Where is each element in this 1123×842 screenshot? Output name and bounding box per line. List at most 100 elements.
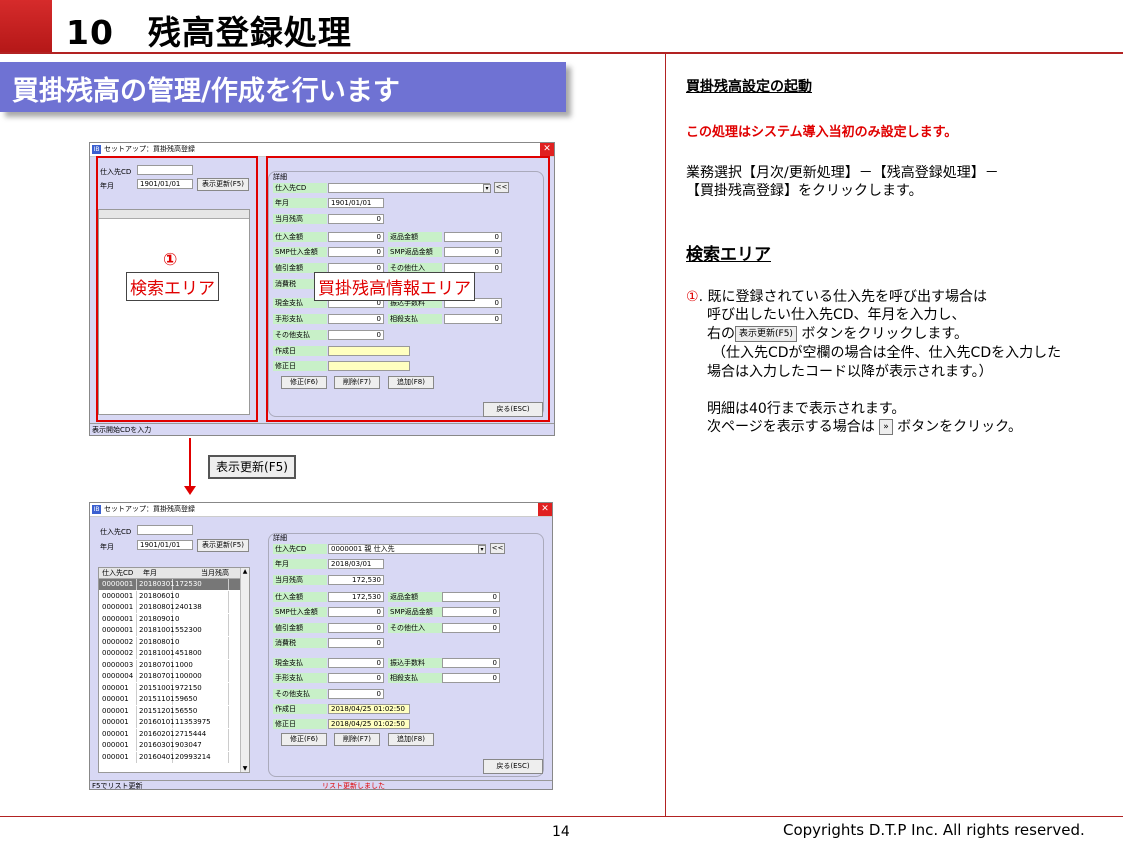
field-offset[interactable]: 0 bbox=[442, 673, 500, 683]
close-icon[interactable]: ✕ bbox=[540, 143, 554, 156]
field-cash[interactable]: 0 bbox=[328, 658, 384, 668]
label-f-created: 作成日 bbox=[273, 704, 327, 714]
page-title: 10 残高登録処理 bbox=[66, 13, 352, 52]
callout-number: ① bbox=[163, 250, 178, 270]
cell-code: 000001 bbox=[99, 728, 137, 740]
cell-code: 0000001 bbox=[99, 613, 137, 625]
field-disc[interactable]: 0 bbox=[328, 623, 384, 633]
detail-code-select[interactable]: 0000001 親 仕入先 bbox=[328, 544, 486, 554]
list-item[interactable]: 0000003 201807011000 bbox=[99, 659, 240, 671]
list-item[interactable]: 000001 2016040120993214 bbox=[99, 751, 240, 763]
cell-ym: 20151101 bbox=[139, 694, 175, 705]
cell-code: 000001 bbox=[99, 751, 137, 763]
heading-search: 検索エリア bbox=[686, 245, 771, 265]
list-scrollbar[interactable]: ▲ ▼ bbox=[240, 568, 249, 772]
add-button[interactable]: 追加(F8) bbox=[388, 733, 434, 746]
field-smpret[interactable]: 0 bbox=[442, 607, 500, 617]
cell-bal: 20993214 bbox=[173, 751, 229, 763]
field-buy[interactable]: 172,530 bbox=[328, 592, 384, 602]
cell-ym: 20181001 bbox=[139, 625, 175, 636]
list-item[interactable]: 0000001 20181001552300 bbox=[99, 625, 240, 636]
field-tax[interactable]: 0 bbox=[328, 638, 384, 648]
label-f-smpret: SMP返品金額 bbox=[388, 607, 442, 617]
cell-ym: 20160301 bbox=[139, 740, 175, 751]
step-text-1: . 既に登録されている仕入先を呼び出す場合は bbox=[698, 289, 988, 305]
chevron-down-icon[interactable]: ▾ bbox=[478, 545, 486, 554]
section-banner: 買掛残高の管理/作成を行います bbox=[0, 62, 566, 112]
field-smpbuy[interactable]: 0 bbox=[328, 607, 384, 617]
col-ym: 年月 bbox=[143, 569, 157, 577]
label-f-cash: 現金支払 bbox=[273, 658, 327, 668]
cell-code: 0000001 bbox=[99, 602, 137, 613]
header-divider bbox=[0, 52, 1123, 54]
cell-ym: 20180801 bbox=[139, 602, 175, 613]
list-item[interactable]: 0000001 20180301172530 bbox=[99, 579, 240, 590]
label-f-other: その他支払 bbox=[273, 689, 327, 699]
list-item[interactable]: 000001 2016010111353975 bbox=[99, 717, 240, 728]
cell-bal: 240138 bbox=[173, 602, 229, 613]
search-code-input[interactable] bbox=[137, 525, 193, 535]
cell-bal: 972150 bbox=[173, 682, 229, 694]
label-f-code: 仕入先CD bbox=[273, 544, 327, 554]
step-text-7a: 次ページを表示する場合は bbox=[707, 419, 875, 435]
field-modified: 2018/04/25 01:02:50 bbox=[328, 719, 410, 729]
label-f-fee: 振込手数料 bbox=[388, 658, 442, 668]
scroll-down-icon[interactable]: ▼ bbox=[241, 765, 249, 772]
label-code: 仕入先CD bbox=[100, 528, 132, 536]
list-item[interactable]: 0000001 201809010 bbox=[99, 613, 240, 625]
cell-ym: 20180801 bbox=[139, 636, 175, 648]
inline-next-button: » bbox=[879, 419, 893, 435]
step-text-3a: 右の bbox=[707, 326, 735, 342]
page-number: 14 bbox=[552, 824, 570, 840]
app-icon: IB bbox=[92, 505, 101, 514]
field-ret[interactable]: 0 bbox=[442, 592, 500, 602]
list-item[interactable]: 0000001 20180801240138 bbox=[99, 602, 240, 613]
column-divider bbox=[665, 54, 666, 816]
list-item[interactable]: 000001 20160301903047 bbox=[99, 740, 240, 751]
arrow-line bbox=[189, 438, 191, 488]
cell-ym: 20151001 bbox=[139, 682, 175, 694]
list-item[interactable]: 000001 20151001972150 bbox=[99, 682, 240, 694]
cell-code: 0000004 bbox=[99, 671, 137, 682]
refresh-button[interactable]: 表示更新(F5) bbox=[197, 539, 249, 552]
cell-code: 000001 bbox=[99, 682, 137, 694]
edit-button[interactable]: 修正(F6) bbox=[281, 733, 327, 746]
result-list[interactable]: 仕入先CD 年月 当月残高 0000001 20180301172530 0000001… bbox=[98, 567, 250, 773]
field-other[interactable]: 0 bbox=[328, 689, 384, 699]
field-othbuy[interactable]: 0 bbox=[442, 623, 500, 633]
cell-ym: 20160101 bbox=[139, 717, 175, 728]
scroll-up-icon[interactable]: ▲ bbox=[241, 568, 249, 575]
cell-ym: 20180901 bbox=[139, 613, 175, 625]
banner-text: 買掛残高の管理/作成を行います bbox=[12, 76, 400, 107]
col-bal: 当月残高 bbox=[201, 569, 229, 577]
label-f-othbuy: その他仕入 bbox=[388, 623, 442, 633]
list-item[interactable]: 0000001 201806010 bbox=[99, 590, 240, 602]
list-item[interactable]: 000001 201602012715444 bbox=[99, 728, 240, 740]
field-bill[interactable]: 0 bbox=[328, 673, 384, 683]
list-item[interactable]: 0000004 20180701100000 bbox=[99, 671, 240, 682]
delete-button[interactable]: 削除(F7) bbox=[334, 733, 380, 746]
prev-nav-button[interactable]: << bbox=[490, 543, 505, 554]
close-icon[interactable]: ✕ bbox=[538, 503, 552, 516]
cell-ym: 20180701 bbox=[139, 659, 175, 671]
field-bal[interactable]: 172,530 bbox=[328, 575, 384, 585]
detail-ym[interactable]: 2018/03/01 bbox=[328, 559, 384, 569]
cell-ym: 20180301 bbox=[139, 579, 175, 590]
list-item[interactable]: 000001 2015120156550 bbox=[99, 705, 240, 717]
label-f-bill: 手形支払 bbox=[273, 673, 327, 683]
copyright: Copyrights D.T.P Inc. All rights reserve… bbox=[783, 821, 1085, 839]
back-button[interactable]: 戻る(ESC) bbox=[483, 759, 543, 774]
list-item[interactable]: 000001 2015110159650 bbox=[99, 694, 240, 705]
list-item[interactable]: 0000002 20181001451800 bbox=[99, 648, 240, 659]
cell-bal: 0 bbox=[173, 613, 229, 625]
cell-bal: 552300 bbox=[173, 625, 229, 636]
cell-code: 0000001 bbox=[99, 625, 137, 636]
search-ym-input[interactable]: 1901/01/01 bbox=[137, 540, 193, 550]
field-fee[interactable]: 0 bbox=[442, 658, 500, 668]
list-header: 仕入先CD 年月 当月残高 bbox=[99, 568, 249, 579]
cell-bal: 11353975 bbox=[173, 717, 229, 728]
label-f-disc: 値引金額 bbox=[273, 623, 327, 633]
window-title: セットアップ：買掛残高登録 bbox=[104, 145, 195, 153]
list-item[interactable]: 0000002 201808010 bbox=[99, 636, 240, 648]
app-icon: IB bbox=[92, 145, 101, 154]
